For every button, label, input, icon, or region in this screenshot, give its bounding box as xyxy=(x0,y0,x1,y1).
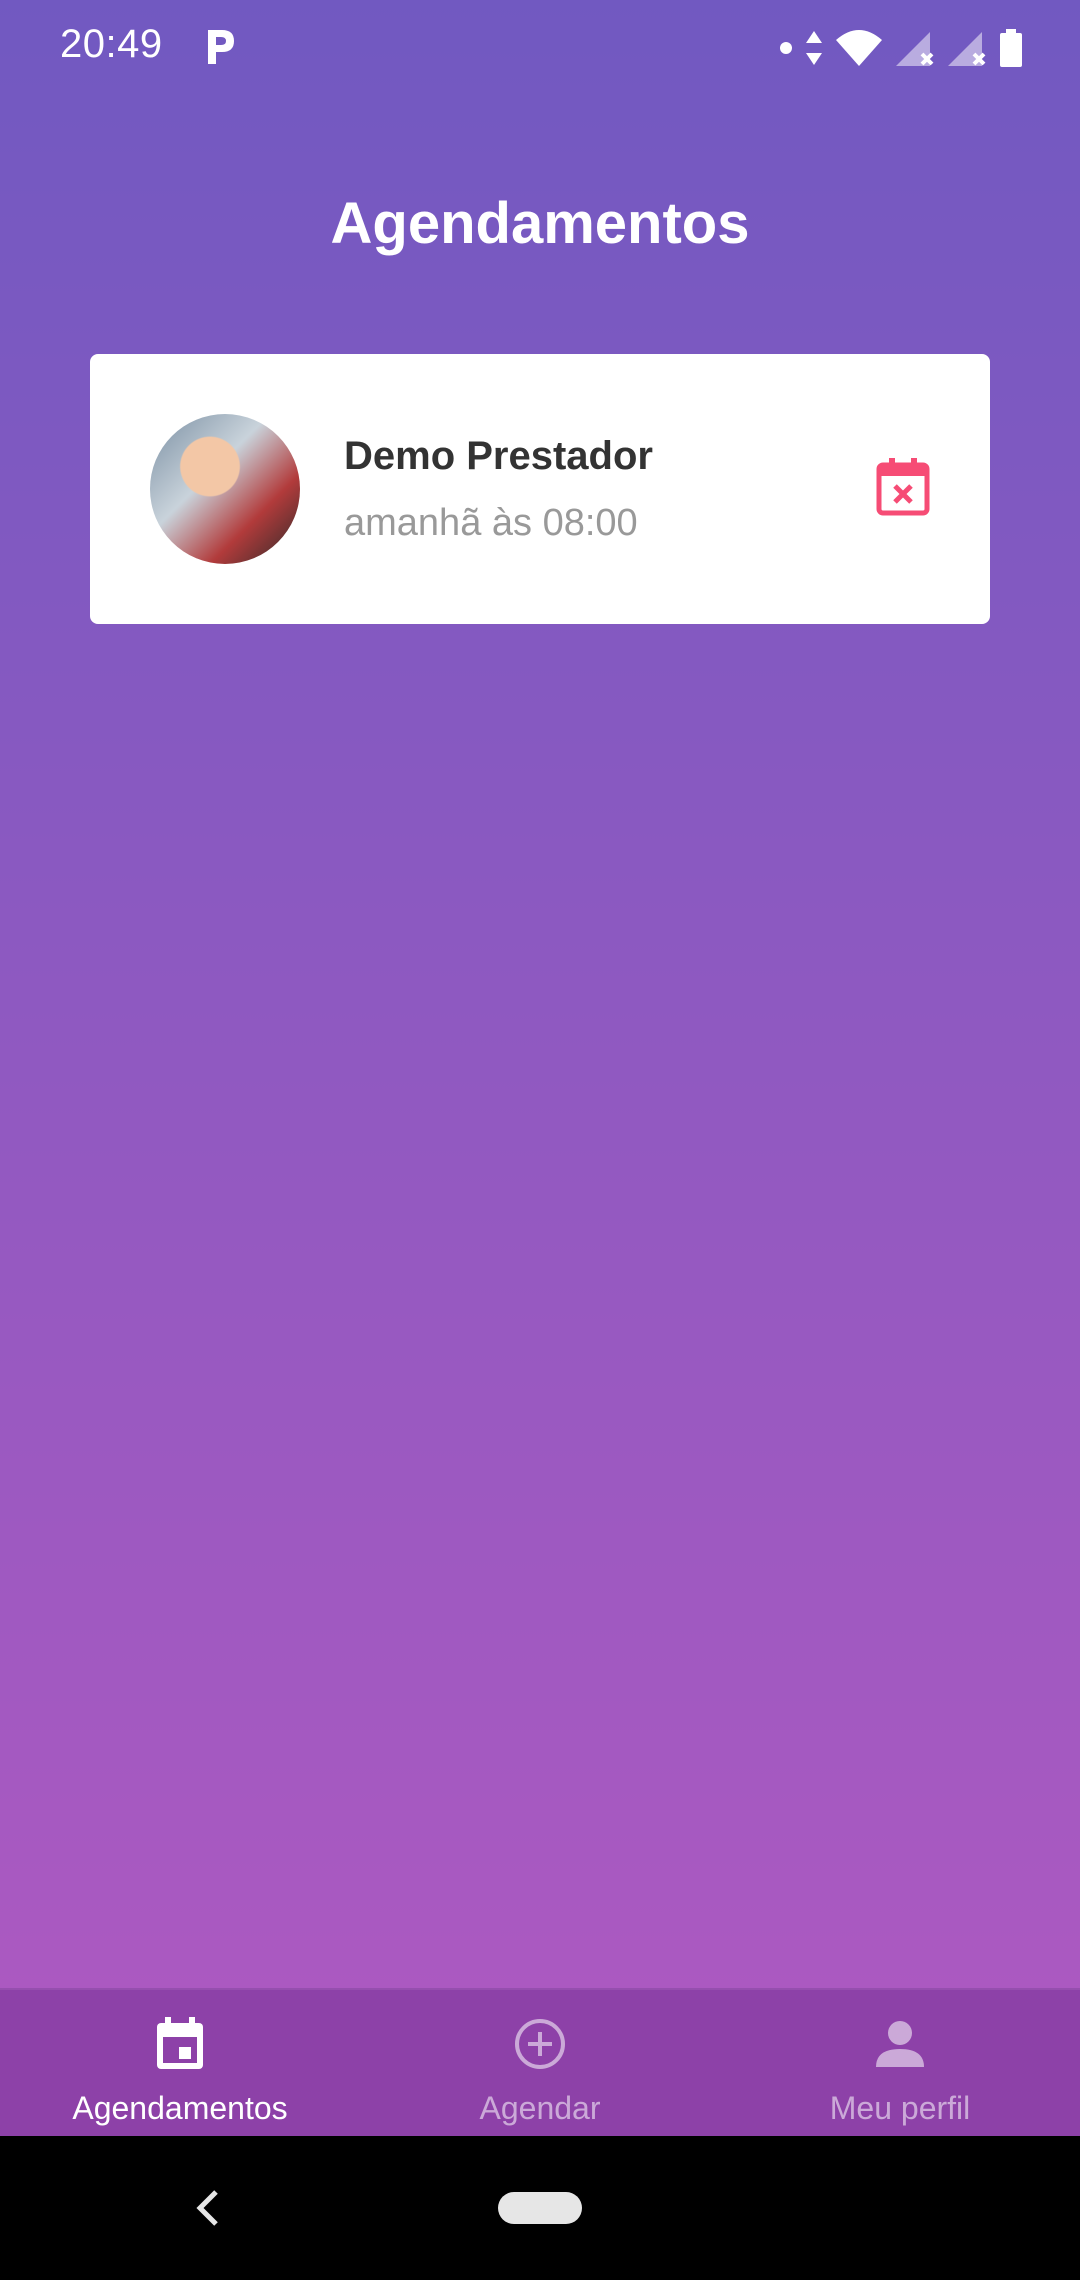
dot-icon xyxy=(780,42,792,54)
tab-meu-perfil[interactable]: Meu perfil xyxy=(720,1990,1080,2138)
tab-label: Agendar xyxy=(479,2090,601,2126)
status-bar: 20:49 xyxy=(0,0,1080,96)
tab-label: Agendamentos xyxy=(72,2090,288,2126)
battery-icon xyxy=(1000,29,1022,67)
tab-label: Meu perfil xyxy=(829,2090,971,2126)
calendar-cancel-icon xyxy=(876,458,930,516)
bottom-tab-bar: Agendamentos Agendar Meu perfil xyxy=(0,1988,1080,2136)
tab-agendamentos[interactable]: Agendamentos xyxy=(0,1990,360,2138)
status-icons xyxy=(780,26,1022,70)
signal-icon xyxy=(896,32,934,66)
parking-app-icon xyxy=(204,26,236,66)
system-navigation-bar xyxy=(0,2136,1080,2280)
appointment-card: Demo Prestador amanhã às 08:00 xyxy=(90,354,990,624)
signal-icon xyxy=(948,32,986,66)
app-screen: 20:49 Agendamentos Demo Prestador amanhã… xyxy=(0,0,1080,1990)
avatar xyxy=(150,414,300,564)
add-circle-icon xyxy=(510,2014,570,2074)
tab-agendar[interactable]: Agendar xyxy=(360,1990,720,2138)
cancel-appointment-button[interactable] xyxy=(876,458,930,516)
appointment-time: amanhã às 08:00 xyxy=(344,502,638,544)
page-title: Agendamentos xyxy=(330,191,750,256)
status-time: 20:49 xyxy=(60,22,163,66)
provider-name: Demo Prestador xyxy=(344,434,653,478)
back-icon[interactable] xyxy=(190,2188,226,2228)
wifi-icon xyxy=(836,30,882,66)
home-pill-button[interactable] xyxy=(498,2192,582,2224)
calendar-icon xyxy=(150,2014,210,2074)
person-icon xyxy=(870,2014,930,2074)
data-arrows-icon xyxy=(806,31,822,65)
